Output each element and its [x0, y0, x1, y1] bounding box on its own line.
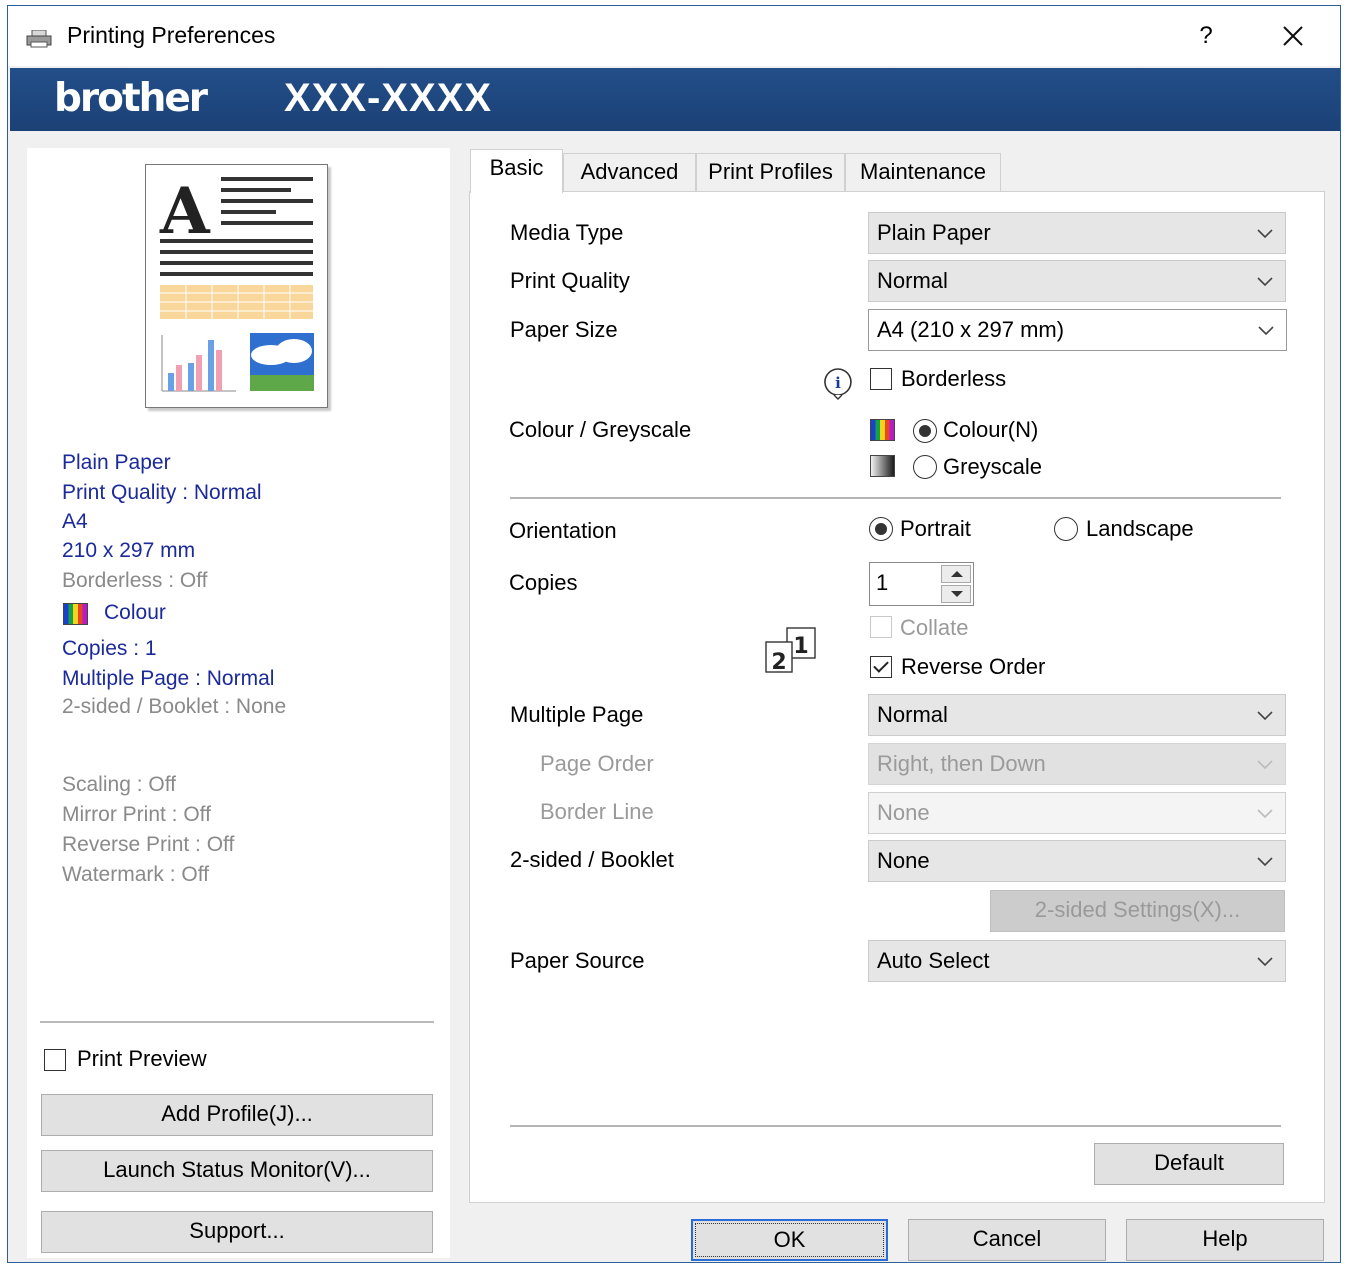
- orientation-label: Orientation: [509, 518, 617, 543]
- colour-greyscale-label: Colour / Greyscale: [509, 417, 692, 442]
- colour-option-label[interactable]: Colour(N): [943, 417, 1038, 443]
- collate-checkbox[interactable]: [870, 616, 892, 638]
- copies-value[interactable]: 1: [876, 570, 888, 596]
- copies-label: Copies: [509, 570, 578, 595]
- paper-size-label: Paper Size: [510, 317, 618, 342]
- print-quality-dropdown[interactable]: Normal: [868, 260, 1286, 302]
- page-order-dropdown[interactable]: Right, then Down: [868, 743, 1286, 785]
- summary-multiple-page: Multiple Page : Normal: [62, 667, 275, 690]
- close-button[interactable]: [1273, 16, 1313, 56]
- media-type-dropdown[interactable]: Plain Paper: [868, 212, 1286, 254]
- summary-paper-dimensions: 210 x 297 mm: [62, 539, 196, 562]
- tab-maintenance[interactable]: Maintenance: [845, 153, 1001, 191]
- svg-text:1: 1: [793, 634, 808, 659]
- summary-borderless: Borderless : Off: [62, 569, 208, 592]
- colour-radio[interactable]: [913, 419, 937, 443]
- paper-source-label: Paper Source: [510, 948, 645, 973]
- cancel-button[interactable]: Cancel: [908, 1219, 1106, 1261]
- colour-swatch-icon: [63, 603, 88, 625]
- colour-swatch-icon: [870, 419, 895, 441]
- borderless-checkbox[interactable]: [870, 368, 892, 390]
- info-icon[interactable]: i: [821, 366, 855, 400]
- summary-print-quality: Print Quality : Normal: [62, 481, 262, 504]
- border-line-dropdown[interactable]: None: [868, 792, 1286, 834]
- tab-advanced[interactable]: Advanced: [563, 153, 696, 191]
- two-sided-label: 2-sided / Booklet: [510, 847, 674, 872]
- divider: [510, 497, 1281, 499]
- printing-preferences-window: Printing Preferences ? brother XXX-XXXX …: [7, 5, 1341, 1263]
- multiple-page-label: Multiple Page: [510, 702, 644, 727]
- border-line-label: Border Line: [540, 799, 654, 824]
- greyscale-radio[interactable]: [913, 455, 937, 479]
- summary-copies: Copies : 1: [62, 637, 157, 660]
- chevron-down-icon: [1257, 229, 1273, 239]
- chevron-down-icon: [1258, 326, 1274, 336]
- chevron-down-icon: [1257, 277, 1273, 287]
- summary-scaling: Scaling : Off: [62, 773, 177, 796]
- landscape-option-label[interactable]: Landscape: [1086, 516, 1194, 542]
- summary-colour: Colour: [104, 601, 166, 624]
- multiple-page-dropdown[interactable]: Normal: [868, 694, 1286, 736]
- summary-mirror-print: Mirror Print : Off: [62, 803, 211, 826]
- launch-status-monitor-button[interactable]: Launch Status Monitor(V)...: [41, 1150, 433, 1192]
- summary-reverse-print: Reverse Print : Off: [62, 833, 235, 856]
- title-bar: Printing Preferences ?: [8, 6, 1340, 66]
- svg-text:i: i: [835, 374, 841, 392]
- svg-text:2: 2: [771, 650, 786, 675]
- copies-increment-button[interactable]: [941, 565, 971, 583]
- summary-paper-size: A4: [62, 510, 88, 533]
- chevron-down-icon: [1257, 957, 1273, 967]
- borderless-label[interactable]: Borderless: [901, 366, 1006, 392]
- collate-label[interactable]: Collate: [900, 615, 968, 641]
- portrait-option-label[interactable]: Portrait: [900, 516, 971, 542]
- svg-text:A: A: [159, 174, 211, 249]
- page-order-icon: 1 2: [765, 627, 816, 675]
- print-quality-label: Print Quality: [510, 268, 630, 293]
- divider: [40, 1021, 434, 1023]
- portrait-radio[interactable]: [869, 517, 893, 541]
- copies-decrement-button[interactable]: [941, 585, 971, 603]
- divider: [510, 1125, 1281, 1127]
- page-order-label: Page Order: [540, 751, 654, 776]
- window-title: Printing Preferences: [67, 22, 276, 48]
- two-sided-dropdown[interactable]: None: [868, 840, 1286, 882]
- tab-basic[interactable]: Basic: [470, 149, 563, 193]
- brand-logo: brother: [54, 76, 208, 121]
- copies-stepper[interactable]: 1: [869, 562, 974, 606]
- greyscale-option-label[interactable]: Greyscale: [943, 454, 1042, 480]
- print-preview-checkbox[interactable]: [44, 1049, 66, 1071]
- reverse-order-label[interactable]: Reverse Order: [901, 654, 1045, 680]
- chevron-down-icon: [1257, 760, 1273, 770]
- printer-icon: [26, 28, 56, 54]
- add-profile-button[interactable]: Add Profile(J)...: [41, 1094, 433, 1136]
- brand-banner: brother XXX-XXXX: [10, 68, 1340, 131]
- print-preview-label[interactable]: Print Preview: [77, 1046, 207, 1072]
- chevron-down-icon: [1257, 809, 1273, 819]
- media-type-label: Media Type: [510, 220, 624, 245]
- close-icon: [1283, 26, 1303, 46]
- default-button[interactable]: Default: [1094, 1143, 1284, 1185]
- tab-print-profiles[interactable]: Print Profiles: [696, 153, 845, 191]
- summary-media-type: Plain Paper: [62, 451, 171, 474]
- summary-watermark: Watermark : Off: [62, 863, 210, 886]
- settings-summary-panel: A Plain Paper Print Quality: Normal A4 …: [27, 148, 450, 1258]
- two-sided-settings-button[interactable]: 2-sided Settings(X)...: [990, 890, 1285, 932]
- greyscale-swatch-icon: [870, 455, 895, 477]
- reverse-order-checkbox[interactable]: [870, 656, 892, 678]
- ok-button[interactable]: OK: [691, 1219, 888, 1261]
- summary-two-sided: 2-sided / Booklet : None: [62, 695, 287, 718]
- support-button[interactable]: Support...: [41, 1211, 433, 1253]
- printer-model: XXX-XXXX: [284, 76, 493, 120]
- chevron-down-icon: [1257, 857, 1273, 867]
- landscape-radio[interactable]: [1054, 517, 1078, 541]
- page-preview-image: A: [145, 164, 328, 408]
- help-button[interactable]: Help: [1126, 1219, 1324, 1261]
- chevron-down-icon: [1257, 711, 1273, 721]
- paper-size-dropdown[interactable]: A4 (210 x 297 mm): [868, 309, 1287, 351]
- paper-source-dropdown[interactable]: Auto Select: [868, 940, 1286, 982]
- help-title-button[interactable]: ?: [1186, 16, 1226, 56]
